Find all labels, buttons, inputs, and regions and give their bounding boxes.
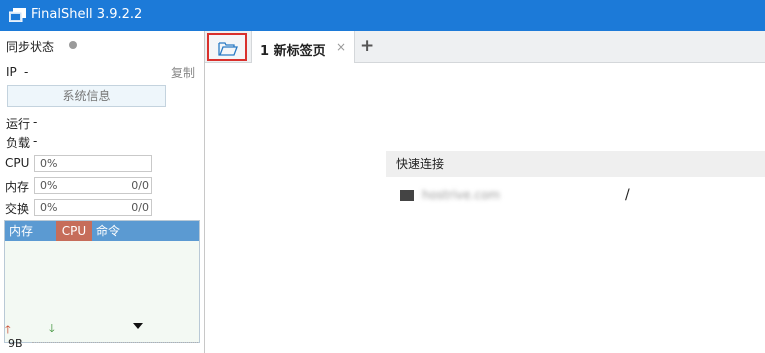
uptime-value: - — [33, 115, 38, 129]
tab-new-tab[interactable]: 1 新标签页 × — [251, 31, 355, 63]
tab-bar: 1 新标签页 × + — [205, 31, 765, 63]
uptime-label: 运行 — [6, 117, 31, 131]
tab-close-icon[interactable]: × — [336, 40, 346, 54]
column-header-memory[interactable]: 内存 — [9, 221, 33, 241]
process-table-header: 内存 CPU 命令 — [5, 221, 199, 241]
download-arrow-icon: 🡓 — [49, 322, 55, 335]
tab-label: 1 新标签页 — [260, 44, 326, 59]
load-value: - — [33, 134, 38, 148]
terminal-icon — [400, 190, 414, 201]
sync-status-indicator — [69, 41, 77, 49]
sync-status-label: 同步状态 — [6, 40, 55, 54]
swap-meter: 0% 0/0 — [34, 199, 152, 216]
open-session-manager-button[interactable] — [207, 33, 247, 61]
column-header-cpu[interactable]: CPU — [56, 221, 92, 241]
swap-amount: 0/0 — [131, 201, 149, 214]
quick-connect-path: / — [625, 187, 630, 203]
memory-amount: 0/0 — [131, 179, 149, 192]
network-graph — [32, 342, 198, 343]
copy-ip-button[interactable]: 复制 — [171, 64, 195, 81]
memory-percent: 0% — [40, 179, 58, 192]
system-info-button[interactable]: 系统信息 — [7, 85, 166, 107]
quick-connect-host: hostrive.com — [422, 188, 501, 202]
cpu-label: CPU — [5, 156, 30, 170]
process-table[interactable]: 内存 CPU 命令 — [4, 220, 200, 343]
quick-connect-item[interactable]: hostrive.com / — [400, 187, 680, 207]
quick-connect-title: 快速连接 — [396, 157, 445, 171]
window-title: FinalShell 3.9.2.2 — [31, 7, 143, 22]
title-bar: FinalShell 3.9.2.2 — [0, 0, 765, 31]
network-interface-dropdown-icon[interactable] — [133, 323, 143, 329]
memory-meter: 0% 0/0 — [34, 177, 152, 194]
cpu-meter: 0% — [34, 155, 152, 172]
swap-label: 交换 — [5, 202, 30, 216]
folder-open-icon — [218, 42, 238, 56]
cpu-percent: 0% — [40, 157, 58, 170]
ip-label: IP — [6, 65, 17, 79]
add-tab-button[interactable]: + — [360, 36, 374, 56]
app-logo-icon — [9, 8, 26, 22]
sidebar: 同步状态 IP - 复制 系统信息 运行 - 负载 - CPU 0% 内存 0%… — [0, 31, 205, 353]
column-header-command[interactable]: 命令 — [96, 221, 120, 241]
ip-value: - — [24, 65, 29, 79]
quick-connect-header: 快速连接 — [386, 151, 765, 177]
network-scale-label: 9B — [8, 337, 23, 350]
load-label: 负载 — [6, 136, 31, 150]
main-panel: 1 新标签页 × + 快速连接 hostrive.com / — [205, 31, 765, 353]
memory-label: 内存 — [5, 180, 30, 194]
swap-percent: 0% — [40, 201, 58, 214]
